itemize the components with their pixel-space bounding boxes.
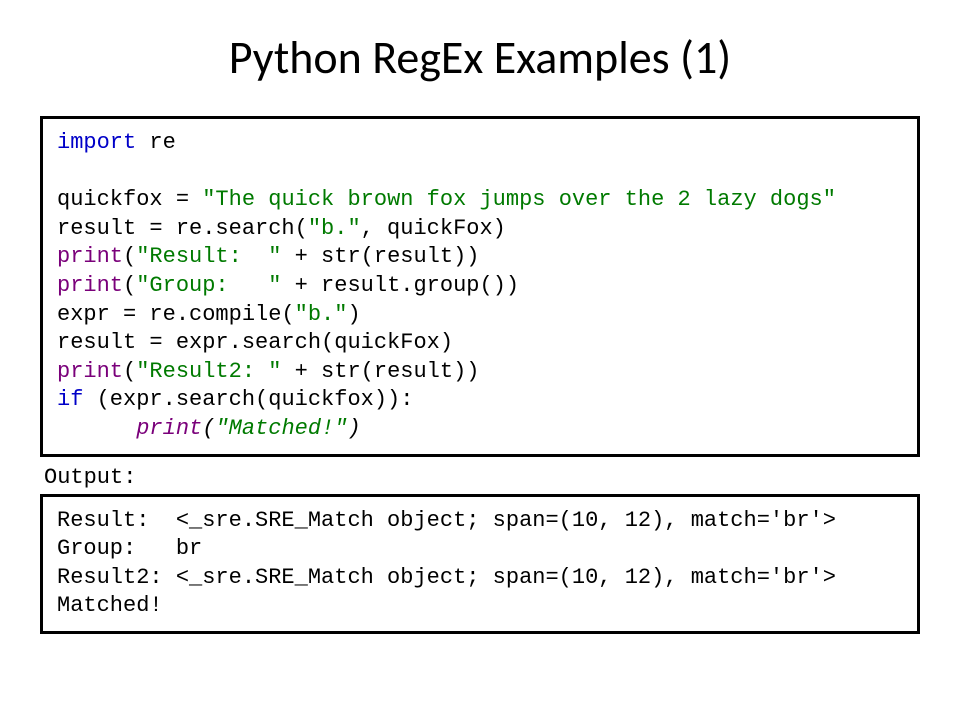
- output-line: Group: br: [57, 536, 202, 561]
- output-line: Result2: <_sre.SRE_Match object; span=(1…: [57, 565, 836, 590]
- string-literal: "Group: ": [136, 273, 281, 298]
- code-text: (: [123, 244, 136, 269]
- keyword-print: print: [136, 416, 202, 441]
- keyword-print: print: [57, 244, 123, 269]
- code-text: + result.group()): [281, 273, 519, 298]
- code-text: (: [123, 359, 136, 384]
- code-block: import re quickfox = "The quick brown fo…: [40, 116, 920, 457]
- output-label: Output:: [44, 465, 920, 490]
- code-text: expr = re.compile(: [57, 302, 295, 327]
- code-text: (: [123, 273, 136, 298]
- string-literal: "Result: ": [136, 244, 281, 269]
- module-re: re: [136, 130, 176, 155]
- string-literal: "Matched!": [215, 416, 347, 441]
- code-text: result = expr.search(quickFox): [57, 330, 453, 355]
- code-text: ): [347, 416, 360, 441]
- code-text: + str(result)): [281, 244, 479, 269]
- code-text: + str(result)): [281, 359, 479, 384]
- string-literal: "Result2: ": [136, 359, 281, 384]
- indent: [57, 416, 136, 441]
- output-block: Result: <_sre.SRE_Match object; span=(10…: [40, 494, 920, 634]
- code-text: ): [347, 302, 360, 327]
- code-text: result = re.search(: [57, 216, 308, 241]
- keyword-print: print: [57, 359, 123, 384]
- code-text: quickfox =: [57, 187, 202, 212]
- code-text: , quickFox): [361, 216, 506, 241]
- keyword-print: print: [57, 273, 123, 298]
- code-text: (: [202, 416, 215, 441]
- string-literal: "b.": [295, 302, 348, 327]
- string-literal: "b.": [308, 216, 361, 241]
- keyword-if: if: [57, 387, 83, 412]
- output-line: Matched!: [57, 593, 163, 618]
- page-title: Python RegEx Examples (1): [40, 30, 920, 86]
- string-literal: "The quick brown fox jumps over the 2 la…: [202, 187, 836, 212]
- code-text: (expr.search(quickfox)):: [83, 387, 413, 412]
- keyword-import: import: [57, 130, 136, 155]
- output-line: Result: <_sre.SRE_Match object; span=(10…: [57, 508, 836, 533]
